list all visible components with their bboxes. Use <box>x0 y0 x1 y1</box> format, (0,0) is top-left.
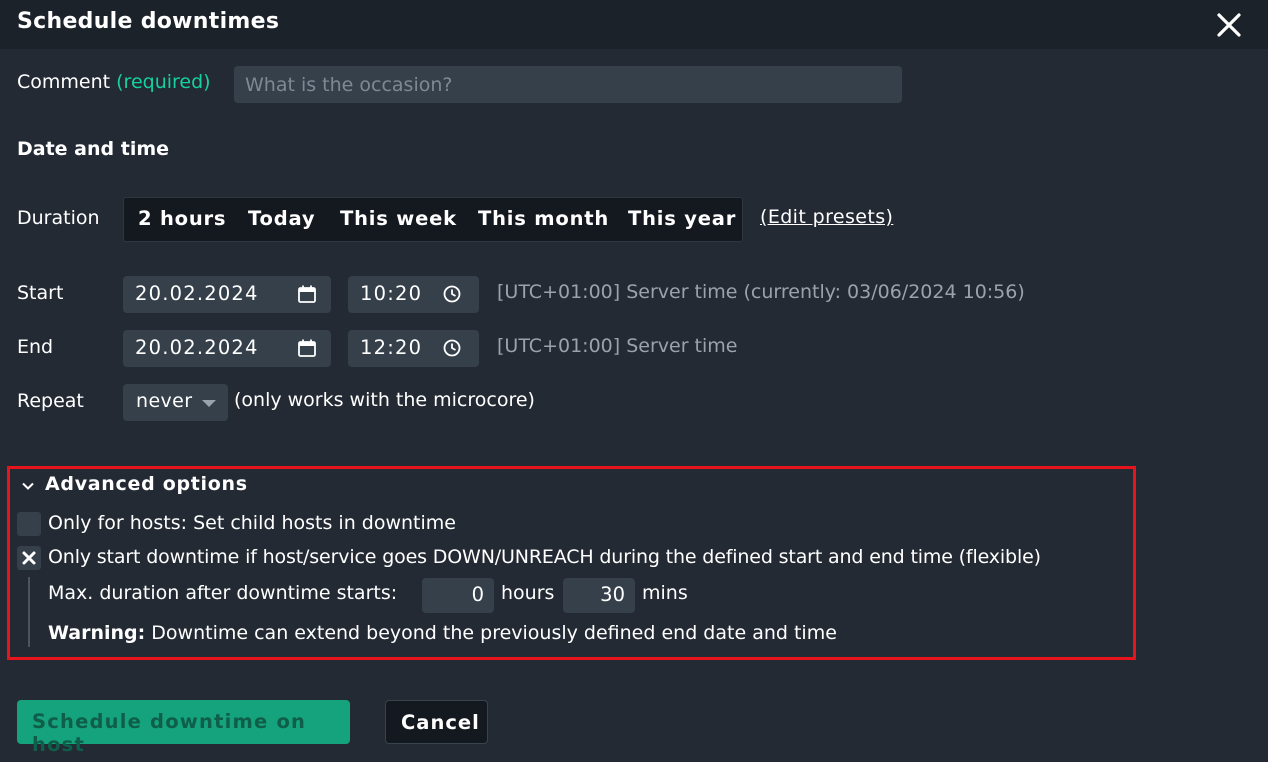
preset-this-month[interactable]: This month <box>478 207 609 230</box>
repeat-label: Repeat <box>17 390 84 412</box>
preset-this-year[interactable]: This year <box>628 207 736 230</box>
start-label: Start <box>17 282 64 304</box>
comment-label: Comment (required) <box>17 71 211 93</box>
chevron-down-icon <box>202 400 216 407</box>
check-x-icon <box>22 551 36 565</box>
start-date-input[interactable]: 20.02.2024 <box>123 276 331 313</box>
child-hosts-checkbox[interactable] <box>17 512 41 536</box>
end-time-value: 12:20 <box>360 336 423 359</box>
start-server-time-note: [UTC+01:00] Server time (currently: 03/0… <box>497 281 1025 303</box>
schedule-downtime-label: Schedule downtime on host <box>32 710 307 756</box>
dialog-titlebar: Schedule downtimes <box>0 0 1268 49</box>
cancel-label: Cancel <box>401 711 480 734</box>
nested-indicator <box>28 577 30 647</box>
end-date-value: 20.02.2024 <box>135 336 259 359</box>
comment-input[interactable] <box>234 66 902 103</box>
max-duration-mins-input[interactable]: 30 <box>563 578 635 613</box>
calendar-icon[interactable] <box>297 338 317 358</box>
close-icon[interactable] <box>1212 8 1246 42</box>
advanced-options-label: Advanced options <box>45 473 248 495</box>
schedule-downtime-button[interactable]: Schedule downtime on host <box>17 700 350 756</box>
preset-this-week[interactable]: This week <box>340 207 457 230</box>
start-date-value: 20.02.2024 <box>135 282 259 305</box>
warning-text: Downtime can extend beyond the previousl… <box>151 622 837 644</box>
max-duration-hours-input[interactable]: 0 <box>422 578 494 613</box>
end-time-input[interactable]: 12:20 <box>348 330 479 367</box>
hours-value: 0 <box>471 583 484 606</box>
clock-icon[interactable] <box>442 338 462 358</box>
cancel-button[interactable]: Cancel <box>385 700 488 744</box>
duration-label: Duration <box>17 207 100 229</box>
end-server-time-note: [UTC+01:00] Server time <box>497 335 738 357</box>
end-date-input[interactable]: 20.02.2024 <box>123 330 331 367</box>
flexible-label: Only start downtime if host/service goes… <box>48 546 1041 568</box>
preset-today[interactable]: Today <box>248 207 315 230</box>
repeat-selected-value: never <box>136 390 193 412</box>
clock-icon[interactable] <box>442 284 462 304</box>
calendar-icon[interactable] <box>297 284 317 304</box>
date-time-heading: Date and time <box>17 138 170 160</box>
duration-presets: 2 hours Today This week This month This … <box>123 197 743 242</box>
child-hosts-label: Only for hosts: Set child hosts in downt… <box>48 512 456 534</box>
warning-message: Warning: Downtime can extend beyond the … <box>48 622 837 644</box>
flexible-checkbox[interactable] <box>17 546 41 570</box>
repeat-note: (only works with the microcore) <box>234 389 535 411</box>
chevron-down-icon <box>20 477 36 499</box>
start-time-input[interactable]: 10:20 <box>348 276 479 313</box>
mins-value: 30 <box>600 583 625 606</box>
preset-2-hours[interactable]: 2 hours <box>138 207 226 230</box>
edit-presets-link[interactable]: (Edit presets) <box>760 206 893 228</box>
repeat-select[interactable]: never <box>123 384 228 421</box>
mins-unit: mins <box>642 582 688 604</box>
start-time-value: 10:20 <box>360 282 423 305</box>
comment-label-text: Comment <box>17 71 111 93</box>
required-marker: (required) <box>116 71 211 93</box>
warning-prefix: Warning: <box>48 622 146 644</box>
dialog-title: Schedule downtimes <box>17 9 280 34</box>
max-duration-label: Max. duration after downtime starts: <box>48 582 398 604</box>
hours-unit: hours <box>501 582 555 604</box>
end-label: End <box>17 336 54 358</box>
